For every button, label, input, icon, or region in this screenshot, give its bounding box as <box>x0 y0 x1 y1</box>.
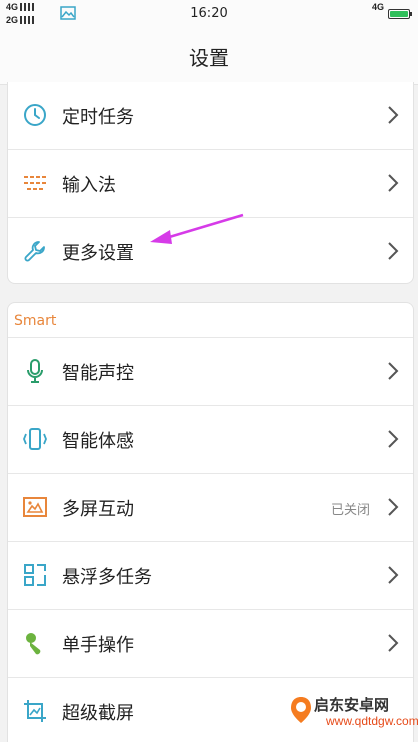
row-label: 智能体感 <box>62 431 134 452</box>
row-label: 输入法 <box>62 175 116 196</box>
row-one-hand[interactable]: 单手操作 <box>8 610 413 678</box>
section-title: Smart <box>14 313 57 329</box>
chevron-right-icon <box>388 106 399 124</box>
row-label: 单手操作 <box>62 635 134 656</box>
watermark-logo-icon <box>291 697 311 723</box>
row-floating-multitask[interactable]: 悬浮多任务 <box>8 542 413 610</box>
watermark-url: www.qdtdgw.com <box>326 714 418 728</box>
page-title: 设置 <box>189 46 229 70</box>
floating-window-icon <box>24 564 46 586</box>
row-label: 多屏互动 <box>62 499 134 520</box>
battery-icon <box>388 9 412 19</box>
status-text: 已关闭 <box>330 503 370 518</box>
chevron-right-icon <box>388 174 399 192</box>
status-time: 16:20 <box>190 6 228 21</box>
chevron-right-icon <box>388 362 399 380</box>
settings-group-smart: Smart 智能声控 智能体感 多屏互动 已关闭 悬浮多任务 单手操作 超级截屏 <box>7 302 414 742</box>
row-label: 智能声控 <box>62 363 134 384</box>
clock-icon <box>24 104 46 126</box>
row-label: 悬浮多任务 <box>62 567 152 588</box>
chevron-right-icon <box>388 566 399 584</box>
one-hand-icon <box>26 633 41 655</box>
multi-screen-icon <box>23 497 47 517</box>
screenshot-icon <box>24 700 46 722</box>
annotation-arrow-icon <box>150 213 244 244</box>
chevron-right-icon <box>388 430 399 448</box>
watermark-name: 启东安卓网 <box>314 697 390 714</box>
status-bar: 4G 2G 16:20 4G <box>0 0 418 28</box>
settings-group-1: 定时任务 输入法 更多设置 <box>7 82 414 284</box>
row-voice-control[interactable]: 智能声控 <box>8 338 413 406</box>
row-label: 更多设置 <box>62 243 134 264</box>
header: 设置 <box>0 28 418 85</box>
row-timed-task[interactable]: 定时任务 <box>8 82 413 150</box>
chevron-right-icon <box>388 634 399 652</box>
phone-gesture-icon <box>23 428 47 450</box>
row-label: 超级截屏 <box>62 703 134 724</box>
watermark: 启东安卓网 www.qdtdgw.com <box>286 690 418 733</box>
chevron-right-icon <box>388 498 399 516</box>
chevron-right-icon <box>388 242 399 260</box>
row-label: 定时任务 <box>62 107 134 128</box>
keyboard-icon <box>24 176 46 190</box>
row-motion-sensing[interactable]: 智能体感 <box>8 406 413 474</box>
microphone-icon <box>27 359 43 383</box>
wrench-icon <box>24 241 45 262</box>
signal-right: 4G <box>372 2 385 12</box>
row-input-method[interactable]: 输入法 <box>8 150 413 218</box>
row-multi-screen[interactable]: 多屏互动 已关闭 <box>8 474 413 542</box>
